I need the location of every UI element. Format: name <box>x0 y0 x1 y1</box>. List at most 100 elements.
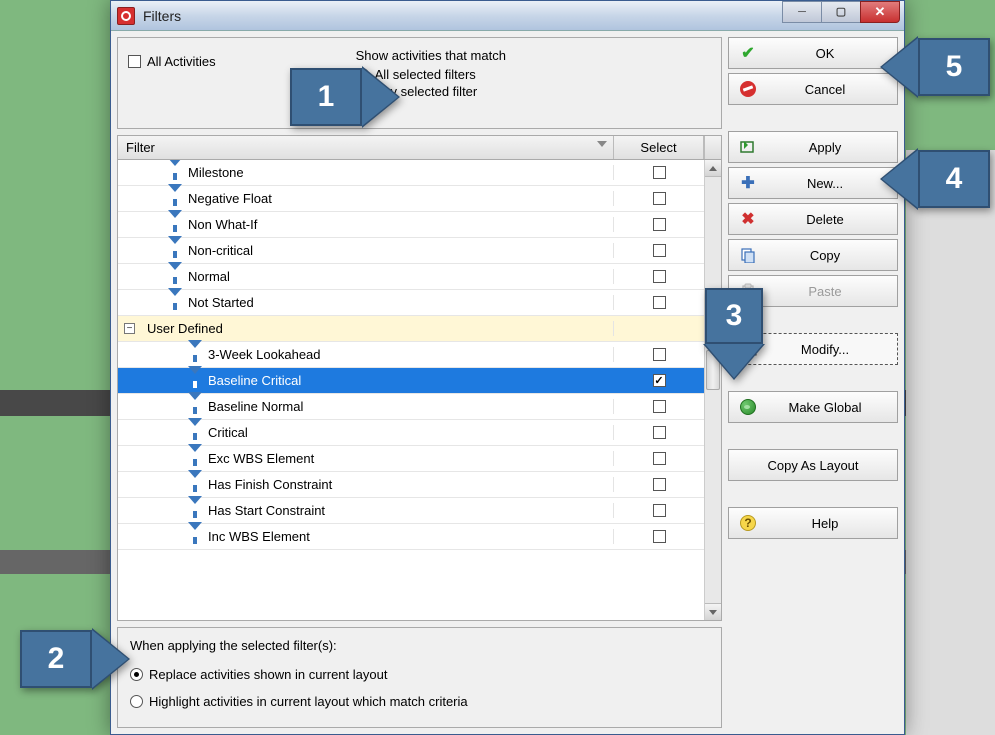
titlebar[interactable]: Filters ─ ▢ ✕ <box>111 1 904 31</box>
scroll-up-button[interactable] <box>705 160 721 177</box>
filter-row[interactable]: Negative Float <box>118 186 704 212</box>
filter-row[interactable]: Inc WBS Element <box>118 524 704 550</box>
filter-label: Critical <box>208 425 248 440</box>
funnel-icon <box>188 452 202 466</box>
filter-checkbox[interactable] <box>653 192 666 205</box>
filter-label: 3-Week Lookahead <box>208 347 321 362</box>
radio-highlight[interactable] <box>130 695 143 708</box>
filter-label: Has Start Constraint <box>208 503 325 518</box>
filter-label: Not Started <box>188 295 254 310</box>
funnel-icon <box>188 374 202 388</box>
scrollbar-corner <box>704 136 721 159</box>
match-title: Show activities that match <box>356 48 506 63</box>
filter-label: Non What-If <box>188 217 257 232</box>
filter-row[interactable]: Non What-If <box>118 212 704 238</box>
filter-label: Has Finish Constraint <box>208 477 332 492</box>
copy-icon <box>739 247 757 263</box>
funnel-icon <box>168 192 182 206</box>
cancel-button[interactable]: Cancel <box>728 73 898 105</box>
filter-checkbox[interactable] <box>653 530 666 543</box>
filter-checkbox[interactable] <box>653 504 666 517</box>
filter-checkbox[interactable] <box>653 296 666 309</box>
filter-checkbox[interactable] <box>653 478 666 491</box>
filter-checkbox[interactable] <box>653 218 666 231</box>
filter-group-row[interactable]: − User Defined <box>118 316 704 342</box>
funnel-icon <box>168 218 182 232</box>
plus-icon: ✚ <box>739 173 757 193</box>
ok-button[interactable]: ✔ OK <box>728 37 898 69</box>
filter-row[interactable]: 3-Week Lookahead <box>118 342 704 368</box>
filter-checkbox[interactable] <box>653 400 666 413</box>
all-activities-checkbox[interactable] <box>128 55 141 68</box>
oracle-icon <box>117 7 135 25</box>
apply-options-title: When applying the selected filter(s): <box>130 638 709 653</box>
vertical-scrollbar[interactable] <box>704 160 721 620</box>
filter-checkbox[interactable] <box>653 348 666 361</box>
filter-label: Exc WBS Element <box>208 451 314 466</box>
filter-checkbox[interactable] <box>653 426 666 439</box>
funnel-icon <box>188 478 202 492</box>
filter-row[interactable]: Baseline Normal <box>118 394 704 420</box>
filter-checkbox[interactable] <box>653 244 666 257</box>
filter-checkbox[interactable] <box>653 270 666 283</box>
callout-2: 2 <box>20 630 92 688</box>
globe-icon <box>739 399 757 415</box>
apply-icon <box>739 139 757 155</box>
filter-label: Baseline Critical <box>208 373 301 388</box>
make-global-button[interactable]: Make Global <box>728 391 898 423</box>
filter-list: Filter Select Milestone Negative Float N… <box>117 135 722 621</box>
filter-row[interactable]: Exc WBS Element <box>118 446 704 472</box>
filter-label: Normal <box>188 269 230 284</box>
all-activities-label: All Activities <box>147 54 216 69</box>
help-button[interactable]: ? Help <box>728 507 898 539</box>
filter-label: Non-critical <box>188 243 253 258</box>
radio-replace[interactable] <box>130 668 143 681</box>
filter-checkbox[interactable] <box>653 374 666 387</box>
filter-row[interactable]: Baseline Critical <box>118 368 704 394</box>
funnel-icon <box>168 270 182 284</box>
filter-checkbox[interactable] <box>653 452 666 465</box>
filter-row[interactable]: Critical <box>118 420 704 446</box>
filter-checkbox[interactable] <box>653 166 666 179</box>
filter-row[interactable]: Milestone <box>118 160 704 186</box>
funnel-icon <box>188 348 202 362</box>
filter-label: Baseline Normal <box>208 399 303 414</box>
filter-label: Milestone <box>188 165 244 180</box>
apply-button[interactable]: Apply <box>728 131 898 163</box>
new-button[interactable]: ✚ New... <box>728 167 898 199</box>
funnel-icon <box>188 400 202 414</box>
filters-dialog: Filters ─ ▢ ✕ All Activities Show activi… <box>110 0 905 735</box>
filter-row[interactable]: Not Started <box>118 290 704 316</box>
radio-highlight-label: Highlight activities in current layout w… <box>149 694 468 709</box>
filter-label: Negative Float <box>188 191 272 206</box>
filter-row[interactable]: Non-critical <box>118 238 704 264</box>
collapse-icon[interactable]: − <box>124 323 135 334</box>
delete-button[interactable]: ✖ Delete <box>728 203 898 235</box>
funnel-icon <box>188 426 202 440</box>
filter-row[interactable]: Has Start Constraint <box>118 498 704 524</box>
close-button[interactable]: ✕ <box>860 1 900 23</box>
window-title: Filters <box>143 8 783 24</box>
callout-3: 3 <box>705 288 763 344</box>
minimize-button[interactable]: ─ <box>782 1 822 23</box>
match-options-panel: All Activities Show activities that matc… <box>117 37 722 129</box>
maximize-button[interactable]: ▢ <box>821 1 861 23</box>
sort-indicator-icon <box>597 141 607 147</box>
scroll-down-button[interactable] <box>705 603 721 620</box>
radio-replace-label: Replace activities shown in current layo… <box>149 667 387 682</box>
filter-row[interactable]: Normal <box>118 264 704 290</box>
column-header-filter[interactable]: Filter <box>118 136 614 159</box>
funnel-icon <box>168 244 182 258</box>
callout-5: 5 <box>918 38 990 96</box>
group-label: User Defined <box>147 321 223 336</box>
cancel-icon <box>739 81 757 97</box>
column-header-select[interactable]: Select <box>614 136 704 159</box>
check-icon: ✔ <box>739 43 757 63</box>
funnel-icon <box>168 296 182 310</box>
filter-row[interactable]: Has Finish Constraint <box>118 472 704 498</box>
apply-options-panel: When applying the selected filter(s): Re… <box>117 627 722 728</box>
copy-as-layout-button[interactable]: Copy As Layout <box>728 449 898 481</box>
copy-button[interactable]: Copy <box>728 239 898 271</box>
callout-4: 4 <box>918 150 990 208</box>
funnel-icon <box>168 166 182 180</box>
